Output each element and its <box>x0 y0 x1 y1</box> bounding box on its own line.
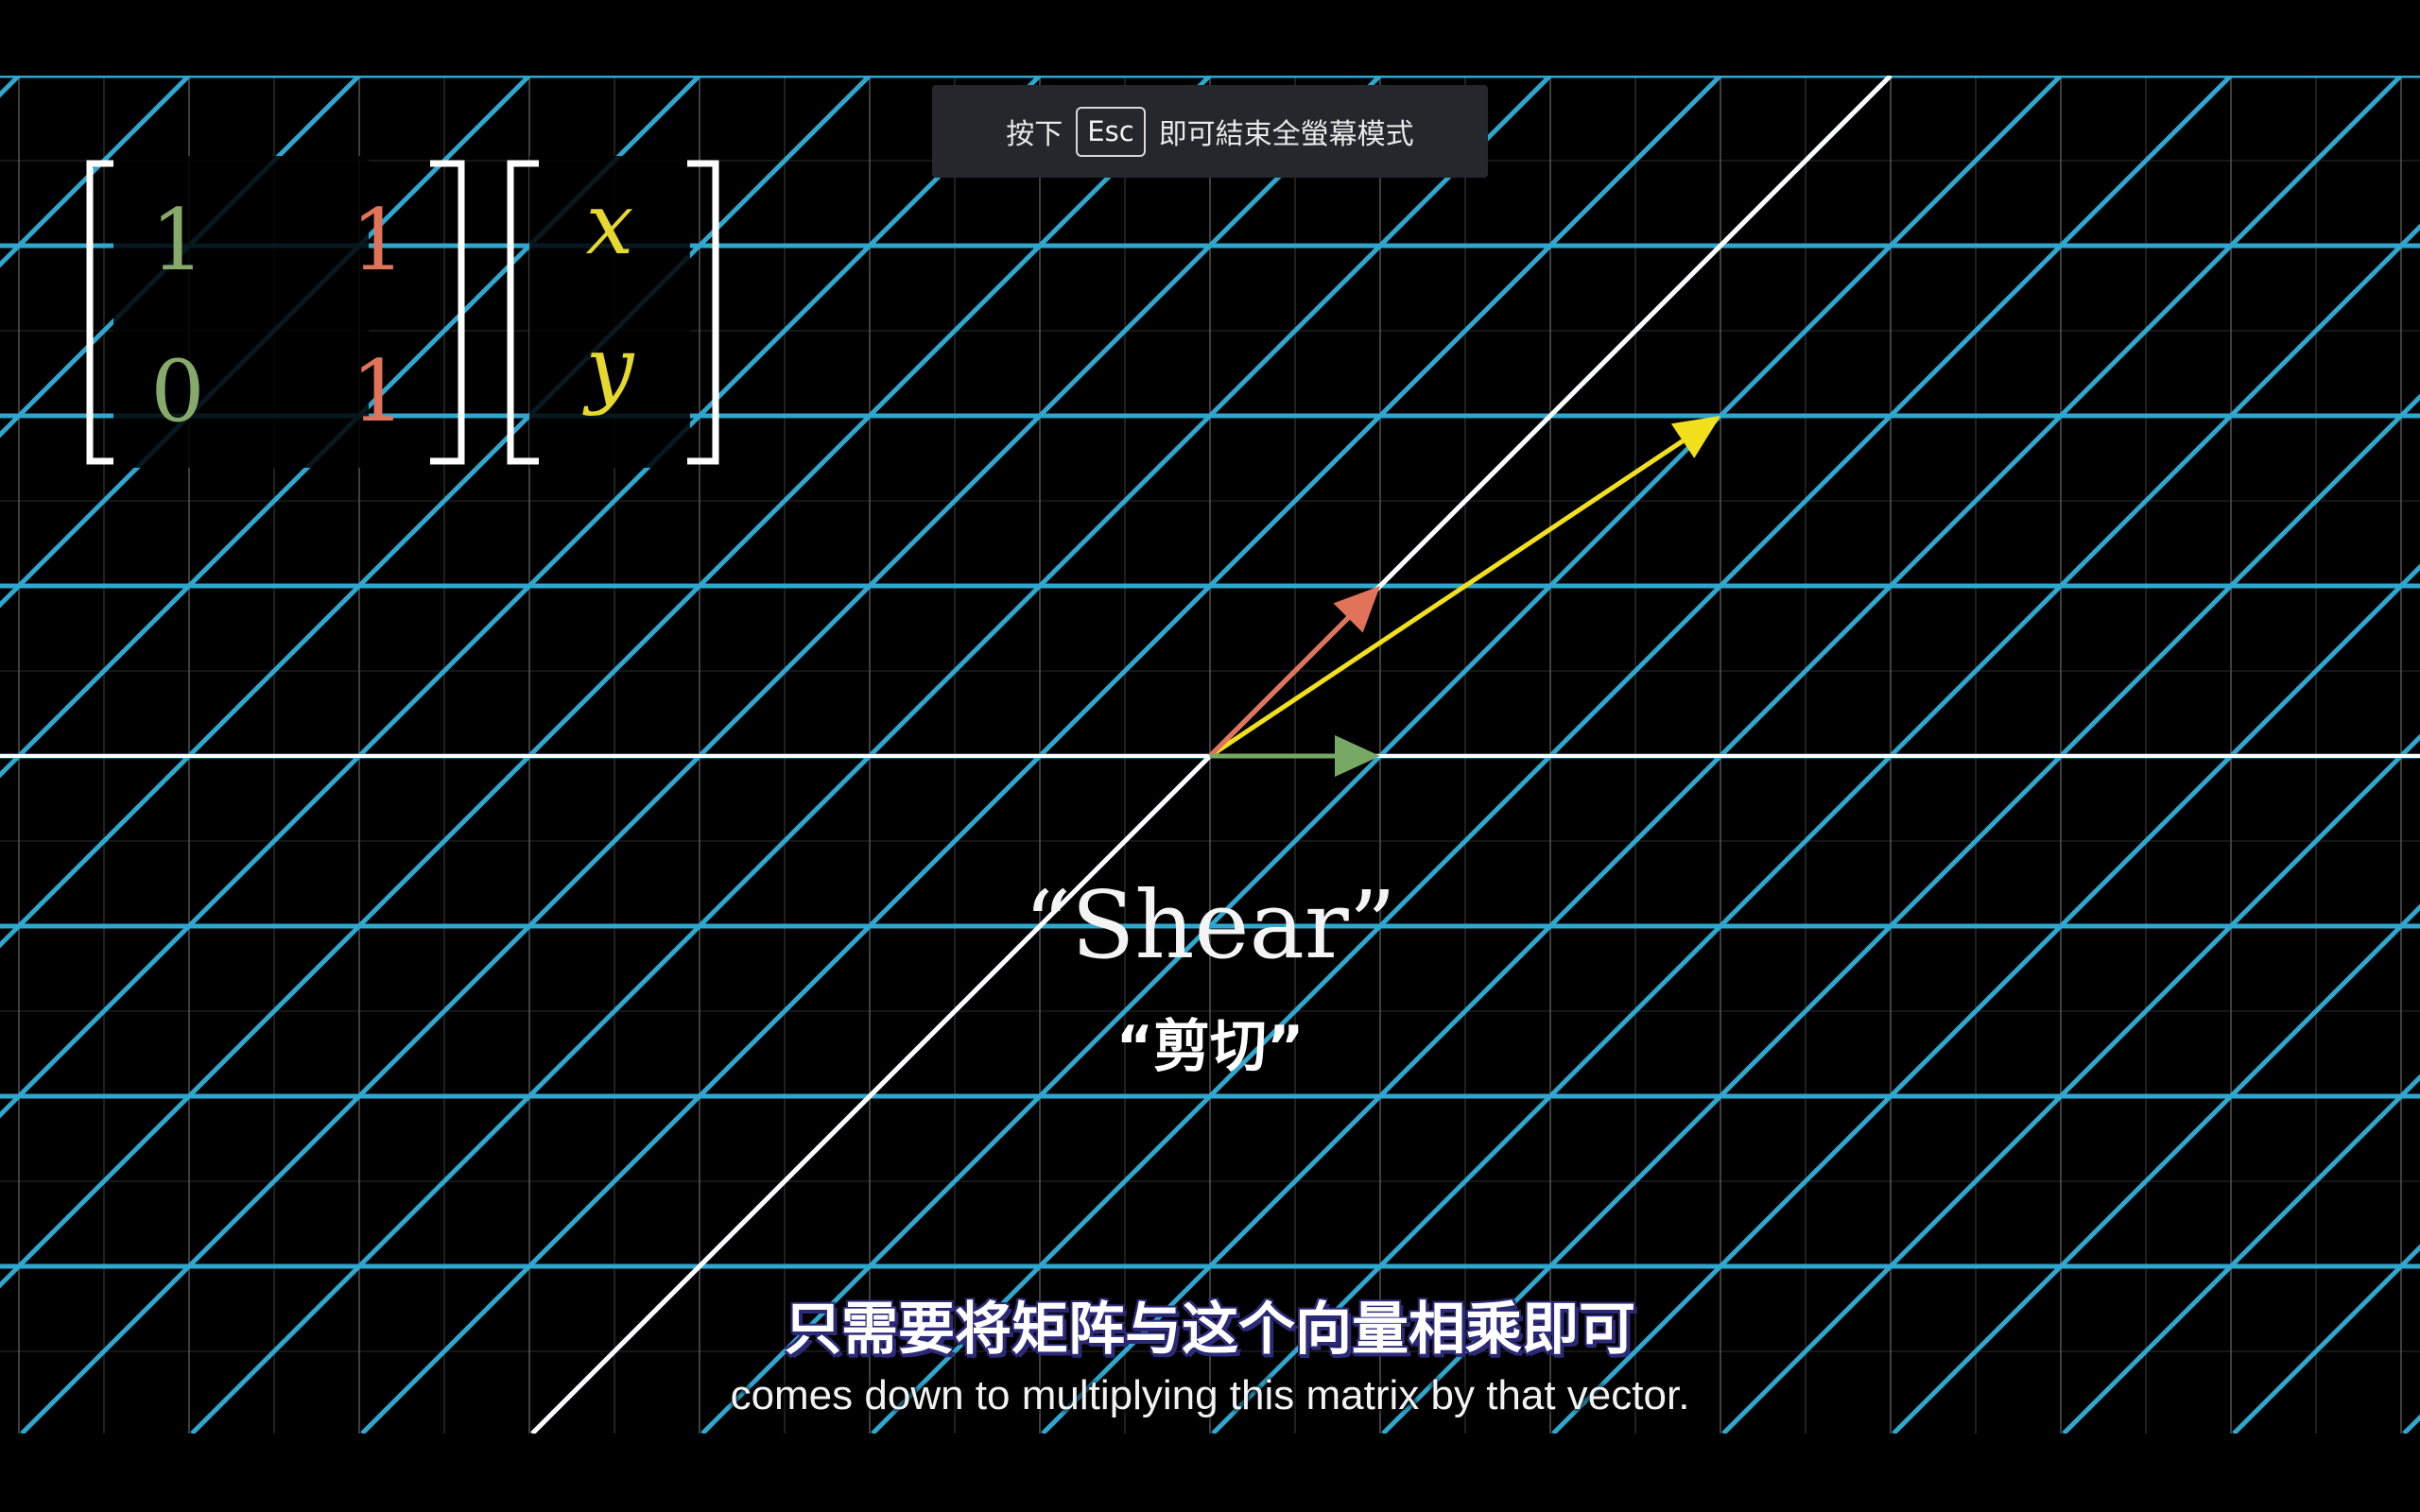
esc-key-badge[interactable]: Esc <box>1076 106 1146 157</box>
subtitle-chinese: 只需要将矩阵与这个向量相乘即可 <box>785 1297 1635 1363</box>
vector-entry-x: x <box>586 175 634 274</box>
vector-entry-y: y <box>582 318 635 418</box>
matrix-entry-d: 1 <box>351 342 405 441</box>
fullscreen-exit-hint: 按下 Esc 即可結束全螢幕模式 <box>932 85 1488 178</box>
shear-title-chinese: “剪切” <box>1116 1014 1305 1080</box>
matrix-entry-a: 1 <box>150 191 204 290</box>
shear-title: “Shear” <box>1024 872 1396 980</box>
matrix-entry-b: 1 <box>351 191 405 290</box>
matrix-entry-c: 0 <box>150 342 204 441</box>
subtitle-english: comes down to multiplying this matrix by… <box>730 1372 1690 1418</box>
hint-suffix: 即可結束全螢幕模式 <box>1158 118 1414 151</box>
hint-prefix: 按下 <box>1006 118 1063 151</box>
